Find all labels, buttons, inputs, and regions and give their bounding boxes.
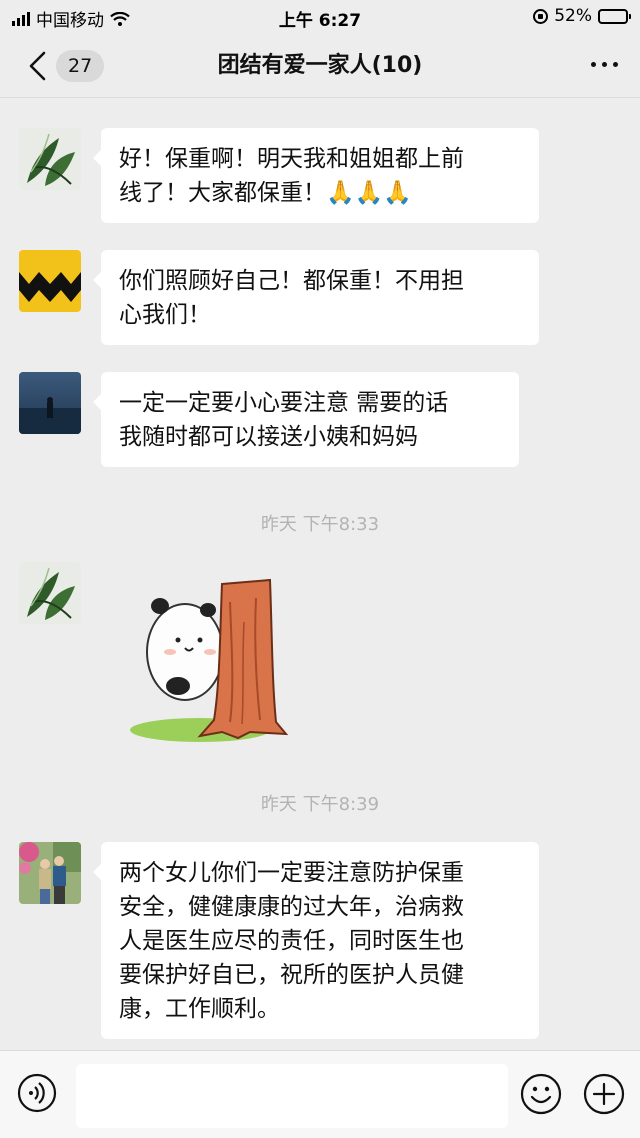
zigzag-avatar[interactable] (19, 250, 81, 312)
panda-behind-tree-sticker[interactable] (130, 562, 290, 752)
message-line: 安全，健健康康的过大年，治病救 (119, 894, 464, 920)
message-line: 心我们！ (119, 302, 211, 328)
chat-title: 团结有爱一家人(10) (217, 53, 423, 78)
message-bubble[interactable]: 好！保重啊！明天我和姐姐都上前 线了！大家都保重！🙏🙏🙏 (93, 128, 539, 223)
emoji-icon[interactable] (520, 1073, 562, 1115)
status-bar: 中国移动 上午 6:27 52% (0, 0, 640, 34)
plant-avatar[interactable] (19, 128, 81, 190)
voice-icon[interactable] (17, 1073, 57, 1113)
status-right: 52% (533, 6, 631, 26)
message-bubble[interactable]: 两个女儿你们一定要注意防护保重 安全，健健康康的过大年，治病救 人是医生应尽的责… (93, 842, 539, 1039)
message-line: 好！保重啊！明天我和姐姐都上前 (119, 146, 464, 172)
message-line: 两个女儿你们一定要注意防护保重 (119, 860, 464, 886)
battery-percent: 52% (554, 6, 592, 26)
rotation-lock-icon (533, 8, 549, 24)
message-line: 康，工作顺利。 (119, 996, 280, 1022)
timestamp: 昨天 下午8:33 (260, 514, 380, 535)
sea-avatar[interactable] (19, 372, 81, 434)
plant-avatar[interactable] (19, 562, 81, 624)
message-bubble[interactable]: 你们照顾好自己！都保重！不用担 心我们！ (93, 250, 539, 345)
message-line: 我随时都可以接送小姨和妈妈 (119, 424, 418, 450)
input-bar (0, 1050, 640, 1138)
message-line: 一定一定要小心要注意 需要的话 (119, 390, 449, 416)
plus-icon[interactable] (583, 1073, 625, 1115)
message-line: 你们照顾好自己！都保重！不用担 (119, 268, 464, 294)
message-input[interactable] (76, 1064, 508, 1128)
more-options-icon[interactable] (591, 62, 618, 67)
chat-header: 27 团结有爱一家人(10) (0, 34, 640, 98)
message-line: 要保护好自已，祝所的医护人员健 (119, 962, 464, 988)
couple-avatar[interactable] (19, 842, 81, 904)
message-line: 线了！大家都保重！🙏🙏🙏 (119, 180, 412, 206)
timestamp: 昨天 下午8:39 (260, 794, 380, 815)
message-line: 人是医生应尽的责任，同时医生也 (119, 928, 464, 954)
battery-icon (598, 8, 631, 24)
message-bubble[interactable]: 一定一定要小心要注意 需要的话 我随时都可以接送小姨和妈妈 (93, 372, 519, 467)
